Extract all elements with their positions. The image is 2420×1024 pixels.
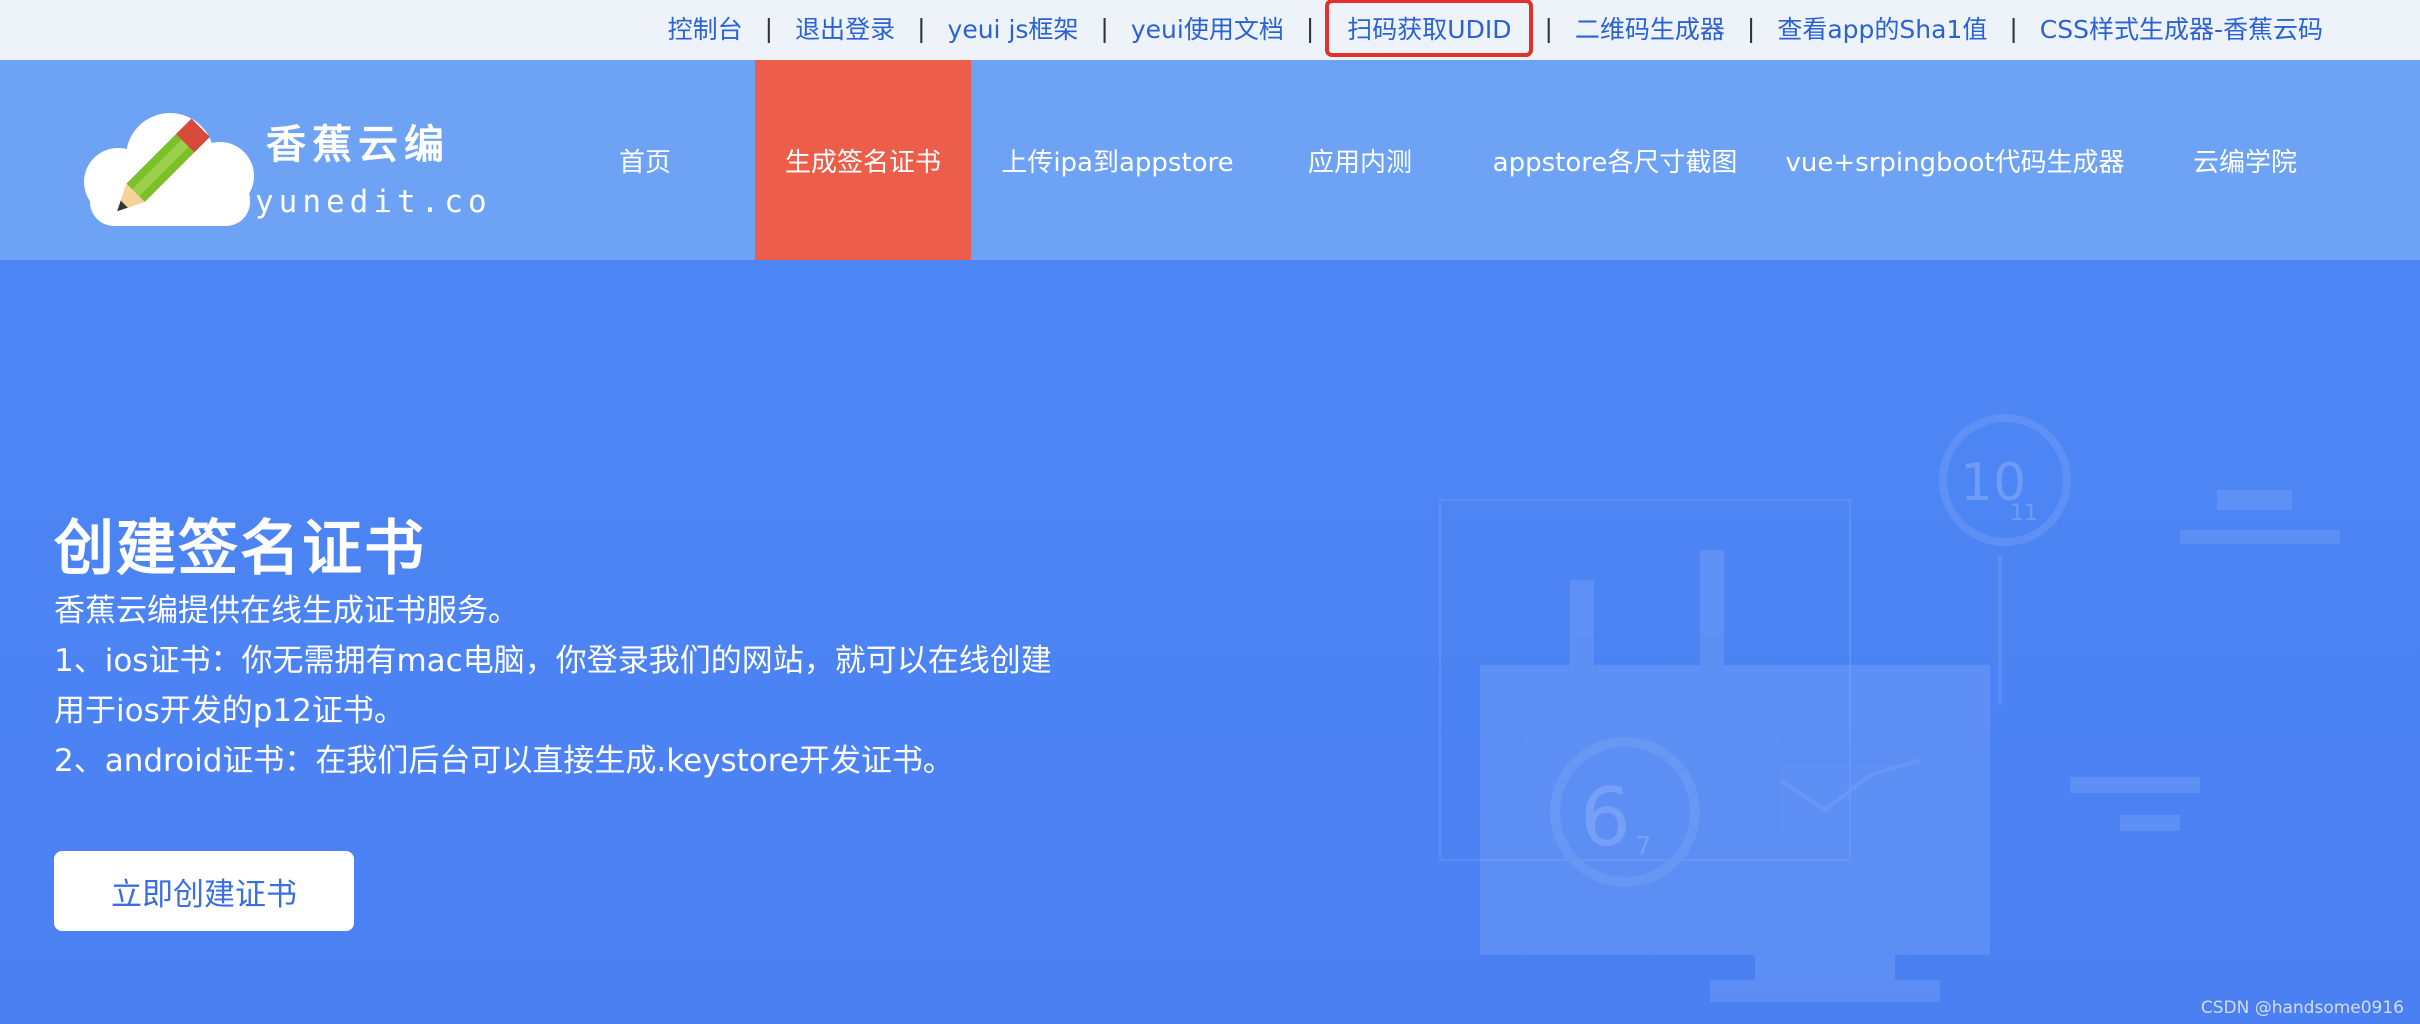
separator: |: [764, 13, 774, 43]
logout-link[interactable]: 退出登录: [784, 10, 906, 46]
sha1-link[interactable]: 查看app的Sha1值: [1766, 10, 1998, 46]
description-line: 香蕉云编提供在线生成证书服务。: [54, 593, 519, 629]
description-line: 1、ios证书：你无需拥有mac电脑，你登录我们的网站，就可以在线创建用于ios…: [54, 643, 1052, 729]
nav-code-generator[interactable]: vue+srpingboot代码生成器: [1785, 60, 2124, 260]
separator: |: [1746, 13, 1756, 43]
logo-name: 香蕉云编: [266, 122, 450, 168]
hero-description: 香蕉云编提供在线生成证书服务。 1、ios证书：你无需拥有mac电脑，你登录我们…: [54, 586, 1064, 786]
nav-beta-testing[interactable]: 应用内测: [1290, 60, 1430, 260]
css-generator-link[interactable]: CSS样式生成器-香蕉云码: [2029, 10, 2334, 46]
nav-appstore-screenshots[interactable]: appstore各尺寸截图: [1490, 60, 1740, 260]
top-links: 控制台 | 退出登录 | yeui js框架 | yeui使用文档 | 扫码获取…: [657, 0, 2334, 57]
site-logo[interactable]: 香蕉云编 yunedit.com: [70, 102, 510, 232]
separator: |: [1544, 13, 1553, 43]
main-nav: 香蕉云编 yunedit.com 首页 生成签名证书 上传ipa到appstor…: [0, 60, 2420, 260]
dashboard-illustration: 10 11 6 7: [1439, 414, 2340, 1002]
separator: |: [1305, 13, 1315, 43]
top-utility-bar: 控制台 | 退出登录 | yeui js框架 | yeui使用文档 | 扫码获取…: [0, 0, 2420, 60]
yeui-framework-link[interactable]: yeui js框架: [937, 10, 1090, 46]
nav-generate-certificate[interactable]: 生成签名证书: [755, 60, 971, 260]
illustration-number: 7: [1635, 832, 1652, 862]
create-certificate-button[interactable]: 立即创建证书: [54, 851, 354, 931]
illustration-number: 6: [1580, 771, 1631, 864]
yeui-docs-link[interactable]: yeui使用文档: [1120, 10, 1295, 46]
illustration-number: 11: [2010, 501, 2038, 526]
nav-academy[interactable]: 云编学院: [2180, 60, 2310, 260]
console-link[interactable]: 控制台: [657, 10, 754, 46]
nav-home[interactable]: 首页: [590, 60, 700, 260]
watermark: CSDN @handsome0916: [2200, 998, 2404, 1018]
hero-banner: 10 11 6 7 创建签名证书 香蕉云编提供在线生成证书服务。 1、ios证书…: [0, 260, 2420, 1024]
nav-upload-ipa[interactable]: 上传ipa到appstore: [1000, 60, 1235, 260]
cloud-pencil-icon: 香蕉云编 yunedit.com: [84, 113, 510, 226]
separator: |: [2009, 13, 2018, 43]
separator: |: [1100, 13, 1109, 43]
logo-domain: yunedit.com: [255, 184, 490, 220]
qrcode-generator-link[interactable]: 二维码生成器: [1564, 10, 1736, 46]
page-title: 创建签名证书: [54, 514, 426, 584]
scan-udid-link[interactable]: 扫码获取UDID: [1325, 0, 1534, 57]
description-line: 2、android证书：在我们后台可以直接生成.keystore开发证书。: [54, 743, 954, 779]
separator: |: [917, 13, 926, 43]
